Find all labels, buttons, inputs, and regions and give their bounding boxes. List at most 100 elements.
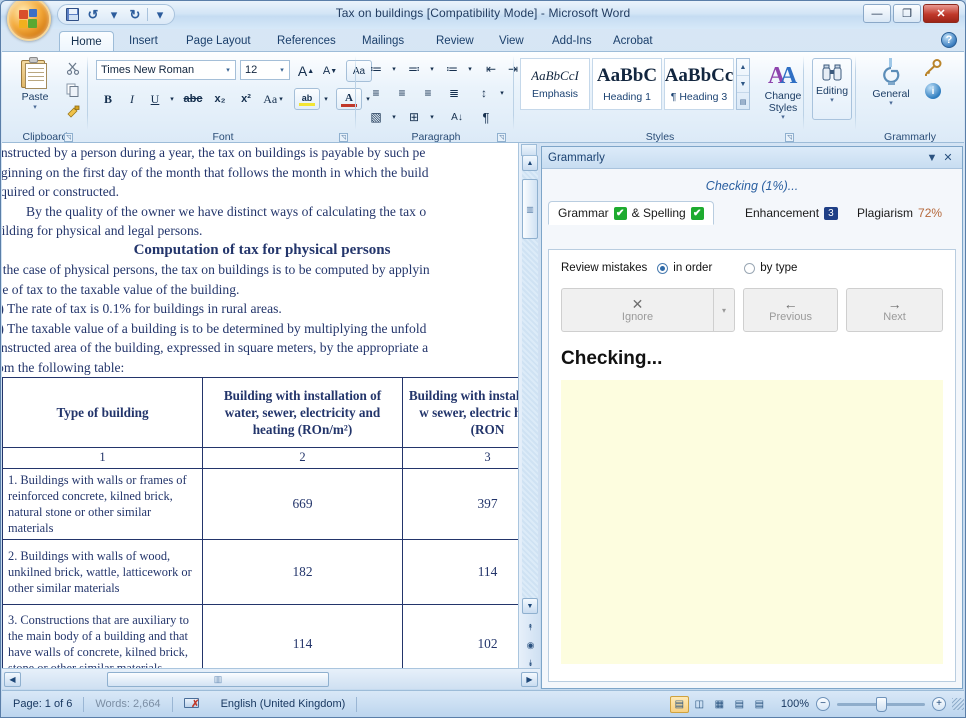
borders-button[interactable]: ⊞	[402, 106, 426, 128]
zoom-slider[interactable]	[837, 696, 925, 712]
style-heading-1[interactable]: AaBbC Heading 1	[592, 58, 662, 110]
document-horizontal-scrollbar[interactable]: ◀ ▥ ▶	[2, 668, 540, 689]
styles-scroll-down[interactable]: ▼	[737, 76, 749, 93]
restore-button[interactable]: ❐	[893, 4, 921, 23]
styles-dialog-launcher[interactable]: ◹	[785, 133, 794, 142]
borders-dropdown[interactable]: ▾	[426, 106, 438, 128]
grammarly-account-button[interactable]	[920, 56, 946, 80]
shading-button[interactable]: ▧	[364, 106, 388, 128]
bullets-button[interactable]: ≔	[364, 58, 388, 80]
editing-button[interactable]: Editing ▾	[812, 58, 852, 120]
underline-dropdown[interactable]: ▾	[166, 88, 178, 110]
font-family-combo[interactable]: Times New Roman ▾	[96, 60, 236, 80]
tab-enhancement[interactable]: Enhancement 3	[736, 201, 847, 225]
decrease-indent-button[interactable]: ⇤	[480, 58, 502, 80]
bullets-dropdown[interactable]: ▾	[388, 58, 400, 80]
scroll-down-button[interactable]: ▼	[522, 598, 538, 614]
tab-page-layout[interactable]: Page Layout	[175, 31, 262, 51]
font-size-combo[interactable]: 12 ▾	[240, 60, 290, 80]
previous-page-button[interactable]: ⯭	[524, 621, 537, 634]
line-spacing-dropdown[interactable]: ▾	[496, 82, 508, 104]
cut-button[interactable]	[62, 58, 84, 78]
tab-view[interactable]: View	[488, 31, 535, 51]
change-case-button[interactable]: Aa ▾	[260, 88, 286, 110]
highlight-dropdown[interactable]: ▾	[320, 88, 332, 110]
tab-mailings[interactable]: Mailings	[351, 31, 415, 51]
help-button[interactable]: ?	[941, 32, 957, 48]
view-outline[interactable]: ▤	[730, 696, 749, 713]
word-count[interactable]: Words: 2,664	[84, 698, 171, 710]
align-right-button[interactable]: ≡	[416, 82, 440, 104]
align-left-button[interactable]: ≡	[364, 82, 388, 104]
language-indicator[interactable]: English (United Kingdom)	[210, 698, 357, 710]
paste-button[interactable]: Paste ▾	[12, 57, 58, 121]
italic-button[interactable]: I	[120, 88, 144, 110]
format-painter-button[interactable]	[62, 102, 84, 122]
view-print-layout[interactable]: ▤	[669, 695, 689, 713]
panel-minimize-button[interactable]: ▼	[924, 152, 940, 164]
resize-grip[interactable]	[952, 698, 964, 710]
grow-font-button[interactable]: A ▲	[294, 60, 318, 82]
hscroll-thumb[interactable]: ▥	[107, 671, 329, 687]
tab-references[interactable]: References	[266, 31, 347, 51]
minimize-button[interactable]: —	[863, 4, 891, 23]
ignore-button[interactable]: ✕ Ignore	[561, 288, 713, 332]
ignore-split-button[interactable]: ✕ Ignore ▾	[561, 288, 735, 332]
underline-button[interactable]: U	[144, 88, 166, 110]
ignore-dropdown[interactable]: ▾	[713, 288, 735, 332]
change-styles-button[interactable]: A A Change Styles ▾	[756, 58, 810, 124]
paragraph-dialog-launcher[interactable]: ◹	[497, 133, 506, 142]
radio-by-type[interactable]: by type	[744, 262, 797, 274]
document-canvas[interactable]: constructed by a person during a year, t…	[2, 143, 540, 689]
tab-insert[interactable]: Insert	[118, 31, 169, 51]
close-button[interactable]: ✕	[923, 4, 959, 23]
style-heading-3[interactable]: AaBbCc ¶ Heading 3	[664, 58, 734, 110]
clipboard-dialog-launcher[interactable]: ◹	[64, 133, 73, 142]
proofing-status[interactable]: ✗	[173, 698, 210, 710]
scroll-right-button[interactable]: ▶	[521, 671, 538, 687]
numbering-button[interactable]: ≕	[402, 58, 426, 80]
scrollbar-thumb[interactable]: ▥	[522, 179, 538, 239]
superscript-button[interactable]: x²	[234, 88, 258, 110]
view-draft[interactable]: ▤	[750, 696, 769, 713]
view-web-layout[interactable]: ▦	[710, 696, 729, 713]
panel-close-button[interactable]: ✕	[940, 151, 956, 164]
styles-gallery-scroll[interactable]: ▲ ▼ ▤	[736, 58, 750, 110]
document-vertical-scrollbar[interactable]: ▲ ▥ ▼ ⯭ ◉ ⯯	[518, 143, 540, 668]
numbering-dropdown[interactable]: ▾	[426, 58, 438, 80]
align-center-button[interactable]: ≡	[390, 82, 414, 104]
justify-button[interactable]: ≣	[442, 82, 466, 104]
zoom-in-button[interactable]: +	[932, 697, 946, 711]
previous-button[interactable]: ← Previous	[743, 288, 839, 332]
page-indicator[interactable]: Page: 1 of 6	[2, 698, 83, 710]
shading-dropdown[interactable]: ▾	[388, 106, 400, 128]
scroll-up-button[interactable]: ▲	[522, 155, 538, 171]
shrink-font-button[interactable]: A ▼	[318, 60, 342, 82]
select-browse-object-button[interactable]: ◉	[524, 639, 537, 652]
tab-acrobat[interactable]: Acrobat	[602, 31, 664, 51]
next-button[interactable]: → Next	[846, 288, 943, 332]
font-dialog-launcher[interactable]: ◹	[339, 133, 348, 142]
style-emphasis[interactable]: AaBbCcI Emphasis	[520, 58, 590, 110]
tab-review[interactable]: Review	[425, 31, 485, 51]
tab-plagiarism[interactable]: Plagiarism 72%	[848, 201, 951, 225]
bold-button[interactable]: B	[96, 88, 120, 110]
tab-home[interactable]: Home	[59, 31, 114, 51]
subscript-button[interactable]: x₂	[208, 88, 232, 110]
zoom-out-button[interactable]: −	[816, 697, 830, 711]
grammarly-general-button[interactable]: General ▾	[864, 56, 918, 120]
scroll-left-button[interactable]: ◀	[4, 671, 21, 687]
tab-add-ins[interactable]: Add-Ins	[541, 31, 603, 51]
tab-grammar-spelling[interactable]: Grammar ✔ & Spelling ✔	[548, 201, 714, 225]
copy-button[interactable]	[62, 80, 84, 100]
styles-scroll-up[interactable]: ▲	[737, 59, 749, 76]
zoom-slider-thumb[interactable]	[876, 696, 887, 712]
text-highlight-button[interactable]: ab	[294, 88, 320, 110]
grammarly-info-button[interactable]: i	[922, 80, 944, 102]
show-formatting-marks-button[interactable]: ¶	[474, 106, 498, 128]
multilevel-dropdown[interactable]: ▾	[464, 58, 476, 80]
styles-more[interactable]: ▤	[737, 93, 749, 110]
strikethrough-button[interactable]: abc	[180, 88, 206, 110]
sort-button[interactable]: A↓	[444, 106, 470, 128]
view-full-screen-reading[interactable]: ◫	[690, 696, 709, 713]
